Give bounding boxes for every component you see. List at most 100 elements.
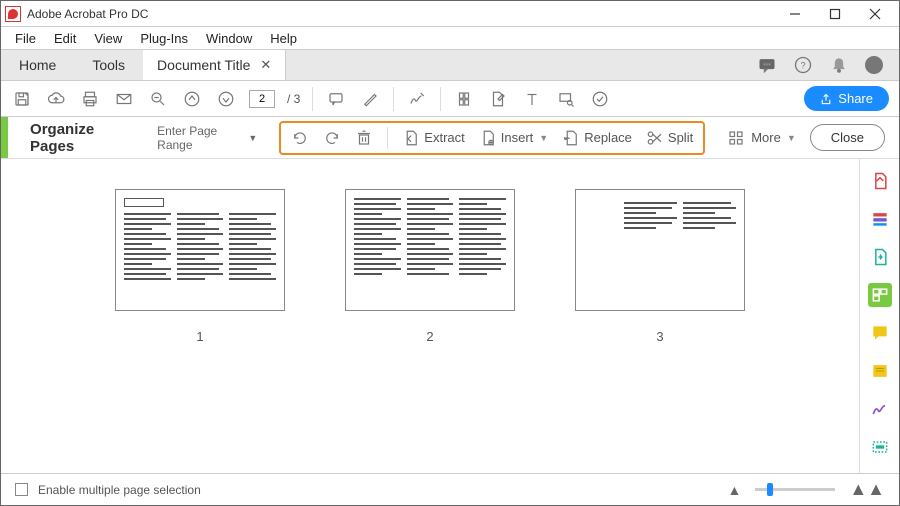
crop-icon[interactable]	[453, 88, 475, 110]
tab-row: Home Tools Document Title ✕ ?	[1, 49, 899, 81]
thumbnail-area: 1 2	[1, 159, 859, 481]
menu-file[interactable]: File	[7, 29, 44, 48]
add-text-icon[interactable]	[521, 88, 543, 110]
page-number-label: 2	[426, 329, 433, 344]
enable-multi-checkbox[interactable]	[15, 483, 28, 496]
tab-document[interactable]: Document Title ✕	[143, 50, 286, 80]
share-label: Share	[838, 91, 873, 106]
enable-multi-label: Enable multiple page selection	[38, 483, 201, 497]
page-thumb-2[interactable]: 2	[345, 189, 515, 344]
notification-bell-icon[interactable]	[829, 55, 849, 75]
insert-button[interactable]: Insert ▼	[479, 129, 548, 147]
zoom-small-icon[interactable]: ▲	[728, 482, 742, 498]
maximize-button[interactable]	[815, 2, 855, 26]
separator	[440, 87, 441, 111]
page-number-label: 1	[196, 329, 203, 344]
split-button[interactable]: Split	[646, 129, 693, 147]
sign-icon[interactable]	[406, 88, 428, 110]
page-thumbnail[interactable]	[575, 189, 745, 311]
cloud-upload-icon[interactable]	[45, 88, 67, 110]
rotate-ccw-button[interactable]	[291, 129, 309, 147]
svg-text:?: ?	[800, 60, 805, 70]
highlighter-icon[interactable]	[359, 88, 381, 110]
share-icon	[820, 93, 832, 105]
split-label: Split	[668, 130, 693, 145]
close-panel-label: Close	[831, 130, 864, 145]
checkmark-icon[interactable]	[589, 88, 611, 110]
rotate-cw-button[interactable]	[323, 129, 341, 147]
close-tab-icon[interactable]: ✕	[260, 57, 271, 73]
more-dropdown[interactable]: More ▼	[727, 129, 796, 147]
accent-strip	[1, 117, 8, 158]
separator	[312, 87, 313, 111]
organize-pages-icon[interactable]	[868, 283, 892, 307]
page-up-icon[interactable]	[181, 88, 203, 110]
comment-tool-icon[interactable]	[868, 321, 892, 345]
page-thumb-1[interactable]: 1	[115, 189, 285, 344]
replace-label: Replace	[584, 130, 632, 145]
organize-pages-title: Organize Pages	[30, 121, 129, 155]
zoom-large-icon[interactable]: ▲▲	[849, 479, 885, 500]
fill-sign-icon[interactable]	[868, 397, 892, 421]
more-label: More	[751, 130, 781, 145]
page-thumbnail[interactable]	[345, 189, 515, 311]
menu-help[interactable]: Help	[262, 29, 305, 48]
combine-icon[interactable]	[868, 207, 892, 231]
page-down-icon[interactable]	[215, 88, 237, 110]
insert-label: Insert	[501, 130, 534, 145]
export-pdf-icon[interactable]	[868, 245, 892, 269]
comment-icon[interactable]	[325, 88, 347, 110]
delete-button[interactable]	[355, 129, 373, 147]
menu-edit[interactable]: Edit	[46, 29, 84, 48]
chat-icon[interactable]	[757, 55, 777, 75]
search-tools-icon[interactable]	[555, 88, 577, 110]
chevron-down-icon: ▼	[248, 133, 257, 143]
note-icon[interactable]	[868, 359, 892, 383]
menu-bar: File Edit View Plug-Ins Window Help	[1, 27, 899, 49]
edit-pdf-icon[interactable]	[487, 88, 509, 110]
chevron-down-icon: ▼	[539, 133, 548, 143]
print-icon[interactable]	[79, 88, 101, 110]
page-thumb-3[interactable]: 3	[575, 189, 745, 344]
main-area: 1 2	[1, 159, 899, 481]
tab-document-label: Document Title	[157, 57, 250, 73]
page-actions-group: Extract Insert ▼ Replace Split	[279, 121, 705, 155]
extract-button[interactable]: Extract	[402, 129, 464, 147]
separator	[387, 127, 388, 149]
window-title: Adobe Acrobat Pro DC	[27, 7, 775, 21]
page-range-dropdown[interactable]: Enter Page Range ▼	[157, 124, 257, 152]
organize-pages-bar: Organize Pages Enter Page Range ▼ Extrac…	[1, 117, 899, 159]
menu-view[interactable]: View	[86, 29, 130, 48]
page-number-label: 3	[656, 329, 663, 344]
title-bar: Adobe Acrobat Pro DC	[1, 1, 899, 27]
grid-icon	[727, 129, 745, 147]
close-window-button[interactable]	[855, 2, 895, 26]
zoom-slider[interactable]	[755, 488, 835, 491]
menu-plugins[interactable]: Plug-Ins	[132, 29, 196, 48]
user-avatar-icon[interactable]	[865, 56, 883, 74]
main-toolbar: / 3 Share	[1, 81, 899, 117]
share-button[interactable]: Share	[804, 86, 889, 111]
extract-label: Extract	[424, 130, 464, 145]
tab-tools[interactable]: Tools	[74, 50, 143, 80]
page-number-input[interactable]	[249, 90, 275, 108]
redact-icon[interactable]	[868, 435, 892, 459]
chevron-down-icon: ▼	[787, 133, 796, 143]
close-panel-button[interactable]: Close	[810, 124, 885, 151]
help-icon[interactable]: ?	[793, 55, 813, 75]
zoom-handle[interactable]	[767, 483, 773, 496]
page-range-label: Enter Page Range	[157, 124, 242, 152]
zoom-out-icon[interactable]	[147, 88, 169, 110]
replace-button[interactable]: Replace	[562, 129, 632, 147]
minimize-button[interactable]	[775, 2, 815, 26]
menu-window[interactable]: Window	[198, 29, 260, 48]
app-icon	[5, 6, 21, 22]
create-pdf-icon[interactable]	[868, 169, 892, 193]
separator	[393, 87, 394, 111]
tab-home[interactable]: Home	[1, 50, 74, 80]
page-total-label: / 3	[287, 92, 300, 106]
right-tools-panel	[859, 159, 899, 481]
save-icon[interactable]	[11, 88, 33, 110]
email-icon[interactable]	[113, 88, 135, 110]
page-thumbnail[interactable]	[115, 189, 285, 311]
